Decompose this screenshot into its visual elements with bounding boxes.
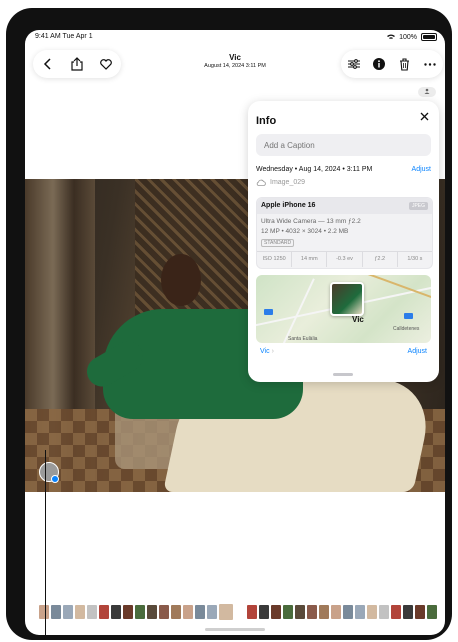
filmstrip-thumbnail[interactable] xyxy=(295,605,305,619)
filmstrip-thumbnail[interactable] xyxy=(427,605,437,619)
cloud-icon xyxy=(256,179,266,186)
filmstrip-thumbnail[interactable] xyxy=(403,605,413,619)
adjust-datetime-button[interactable]: Adjust xyxy=(412,166,431,173)
info-datetime: Wednesday • Aug 14, 2024 • 3:11 PM xyxy=(256,166,373,173)
info-button[interactable] xyxy=(368,53,390,75)
location-link-label: Vic xyxy=(260,348,270,355)
filmstrip-thumbnail[interactable] xyxy=(355,605,365,619)
sliders-icon xyxy=(347,59,360,69)
status-bar: 9:41 AM Tue Apr 1 100% xyxy=(25,30,445,44)
filmstrip-spacer xyxy=(235,605,245,619)
map-bottom-label: Santa Eulàlia xyxy=(288,336,318,342)
adjust-button[interactable] xyxy=(343,53,365,75)
location-map[interactable]: Vic Calldetenes Santa Eulàlia xyxy=(256,275,431,343)
location-footer: Vic › Adjust xyxy=(256,348,431,360)
exif-focal: 14 mm xyxy=(292,252,328,267)
camera-card-header: Apple iPhone 16 JPEG xyxy=(257,198,432,214)
info-header: Info xyxy=(256,110,431,127)
filmstrip-thumbnail[interactable] xyxy=(307,605,317,619)
info-title: Info xyxy=(256,115,277,127)
info-icon xyxy=(373,58,386,70)
device-frame: 9:41 AM Tue Apr 1 100% Vic August 14, 20… xyxy=(6,8,452,640)
ellipsis-icon xyxy=(424,62,436,66)
filmstrip-thumbnail[interactable] xyxy=(111,605,121,619)
filmstrip-thumbnail[interactable] xyxy=(51,605,61,619)
filmstrip-thumbnail[interactable] xyxy=(63,605,73,619)
map-town-label: Calldetenes xyxy=(393,326,420,332)
map-place-label: Vic xyxy=(352,315,364,324)
highway-sign-icon xyxy=(404,313,413,319)
adjust-location-button[interactable]: Adjust xyxy=(408,348,427,355)
person-tag-dot xyxy=(51,475,59,483)
location-link[interactable]: Vic › xyxy=(260,348,274,355)
filmstrip-thumbnail[interactable] xyxy=(259,605,269,619)
caption-input[interactable] xyxy=(256,134,432,156)
status-time: 9:41 AM Tue Apr 1 xyxy=(35,33,93,40)
filmstrip-thumbnail[interactable] xyxy=(87,605,97,619)
exif-shutter: 1/30 s xyxy=(407,256,423,262)
home-indicator xyxy=(205,628,265,631)
toolbar-right xyxy=(341,50,443,78)
photo-person-head xyxy=(161,254,201,306)
filmstrip-thumbnail[interactable] xyxy=(331,605,341,619)
format-badge: JPEG xyxy=(408,202,428,210)
exif-row: ISO 1250 14 mm -0.3 ev ƒ2.2 1/30 s xyxy=(257,251,432,267)
wifi-icon xyxy=(387,34,396,39)
filmstrip-thumbnail[interactable] xyxy=(99,605,109,619)
filmstrip-thumbnail[interactable] xyxy=(147,605,157,619)
filmstrip-thumbnail[interactable] xyxy=(135,605,145,619)
filmstrip-thumbnail[interactable] xyxy=(391,605,401,619)
filmstrip-thumbnail[interactable] xyxy=(367,605,377,619)
trash-icon xyxy=(400,57,410,71)
info-filename: Image_029 xyxy=(270,179,306,186)
filmstrip-thumbnail[interactable] xyxy=(39,605,49,619)
filmstrip-thumbnail[interactable] xyxy=(123,605,133,619)
filmstrip-thumbnail[interactable] xyxy=(75,605,85,619)
info-filename-row: Image_029 xyxy=(256,179,305,186)
filmstrip-thumbnail[interactable] xyxy=(319,605,329,619)
filmstrip-thumbnail[interactable] xyxy=(171,605,181,619)
battery-percent: 100% xyxy=(399,33,417,41)
caption-field xyxy=(256,134,432,156)
filmstrip-thumbnail[interactable] xyxy=(415,605,425,619)
camera-lens: Ultra Wide Camera — 13 mm ƒ2.2 xyxy=(261,218,361,225)
info-panel: Info Wednesday • Aug 14, 2024 • 3:11 PM … xyxy=(248,101,439,382)
chevron-right-icon: › xyxy=(271,348,274,355)
exif-iso: ISO 1250 xyxy=(257,252,293,267)
status-right: 100% xyxy=(387,33,437,41)
camera-specs: 12 MP • 4032 × 3024 • 2.2 MB xyxy=(261,228,349,235)
face-chip[interactable] xyxy=(418,87,436,97)
filmstrip-thumbnail[interactable] xyxy=(195,605,205,619)
screen: 9:41 AM Tue Apr 1 100% Vic August 14, 20… xyxy=(25,30,445,635)
filmstrip-thumbnail[interactable] xyxy=(271,605,281,619)
filmstrip-thumbnail[interactable] xyxy=(207,605,217,619)
filmstrip xyxy=(39,604,439,620)
map-photo-pin[interactable] xyxy=(330,282,364,316)
panel-grabber[interactable] xyxy=(333,373,353,376)
filmstrip-thumbnail[interactable] xyxy=(247,605,257,619)
more-button[interactable] xyxy=(419,53,441,75)
filmstrip-thumbnail[interactable] xyxy=(379,605,389,619)
filmstrip-thumbnail[interactable] xyxy=(343,605,353,619)
close-button[interactable] xyxy=(417,110,431,124)
camera-name: Apple iPhone 16 xyxy=(261,202,316,209)
filmstrip-thumbnail[interactable] xyxy=(219,604,233,620)
filmstrip-thumbnail[interactable] xyxy=(159,605,169,619)
close-icon xyxy=(420,112,428,121)
camera-card: Apple iPhone 16 JPEG Ultra Wide Camera —… xyxy=(256,197,433,269)
map-road xyxy=(279,278,315,343)
exif-ev: -0.3 ev xyxy=(327,252,363,267)
filmstrip-thumbnail[interactable] xyxy=(283,605,293,619)
delete-button[interactable] xyxy=(394,53,416,75)
battery-icon xyxy=(421,33,437,41)
filmstrip-thumbnail[interactable] xyxy=(183,605,193,619)
annotation-line xyxy=(45,450,46,640)
exif-aperture: ƒ2.2 xyxy=(363,252,398,267)
person-icon xyxy=(424,89,430,95)
highway-sign-icon xyxy=(264,309,273,315)
photo-style-badge: STANDARD xyxy=(261,239,295,247)
